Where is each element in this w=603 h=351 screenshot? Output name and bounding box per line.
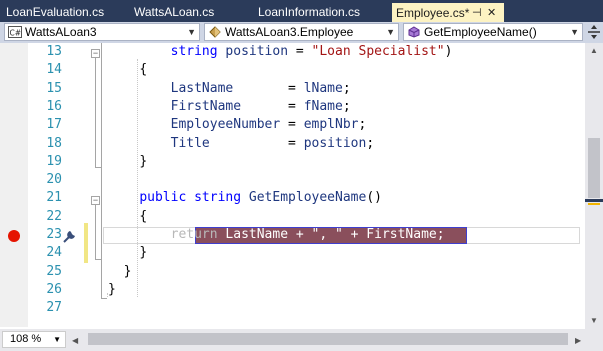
project-name: WattsALoan3 (25, 25, 97, 39)
code-line[interactable]: 20 (0, 171, 585, 189)
line-number: 20 (46, 172, 62, 188)
chevron-down-icon: ▼ (570, 27, 579, 37)
hscroll-thumb[interactable] (88, 333, 568, 345)
project-dropdown[interactable]: C# WattsALoan3 ▼ (4, 23, 200, 41)
line-number: 16 (46, 98, 62, 114)
vertical-scrollbar[interactable]: ▲ ▼ (585, 43, 603, 329)
line-number: 15 (46, 80, 62, 96)
tab-wattsaloan[interactable]: WattsALoan.cs (134, 3, 214, 22)
code-line[interactable]: 21 public string GetEmployeeName() (0, 189, 585, 207)
code-line[interactable]: 14 { (0, 61, 585, 79)
tab-employee[interactable]: Employee.cs* ⊣ ✕ (392, 3, 504, 22)
class-dropdown[interactable]: WattsALoan3.Employee ▼ (204, 23, 399, 41)
document-tab-strip: LoanEvaluation.cs WattsALoan.cs LoanInfo… (0, 0, 603, 22)
code-text: } (123, 263, 132, 279)
pin-icon[interactable]: ⊣ (472, 4, 482, 23)
scroll-change-marker (588, 203, 600, 205)
tab-loanevaluation[interactable]: LoanEvaluation.cs (6, 3, 104, 22)
scroll-left-icon[interactable]: ◀ (72, 336, 78, 345)
csharp-project-icon: C# (8, 26, 22, 38)
code-line[interactable]: 26} (0, 281, 585, 299)
member-dropdown[interactable]: GetEmployeeName() ▼ (403, 23, 583, 41)
tab-employee-label: Employee.cs* (396, 6, 470, 20)
line-number: 23 (46, 227, 62, 242)
line-number: 17 (46, 117, 62, 133)
scroll-right-icon[interactable]: ▶ (575, 336, 581, 345)
zoom-dropdown[interactable]: 108 % ▼ (2, 331, 66, 348)
line-number: 27 (46, 300, 62, 316)
code-text: FirstName = fName; (170, 98, 351, 114)
split-handle-icon[interactable] (587, 25, 601, 39)
line-number: 26 (46, 281, 62, 297)
line-number: 22 (46, 208, 62, 224)
code-line[interactable]: 24 } (0, 244, 585, 262)
code-text: } (139, 153, 148, 169)
code-line[interactable]: 25 } (0, 263, 585, 281)
scroll-thumb[interactable] (588, 138, 600, 198)
code-text: EmployeeNumber = emplNbr; (170, 117, 367, 133)
code-line[interactable]: 19 } (0, 153, 585, 171)
member-name: GetEmployeeName() (424, 25, 537, 39)
tab-loaninformation[interactable]: LoanInformation.cs (258, 3, 360, 22)
class-name: WattsALoan3.Employee (225, 25, 354, 39)
scroll-position-marker (585, 199, 603, 202)
line-number: 14 (46, 62, 62, 78)
close-icon[interactable]: ✕ (487, 4, 496, 23)
code-line[interactable]: 23 return LastName + ", " + FirstName; (0, 226, 585, 244)
code-line[interactable]: 27 (0, 299, 585, 317)
code-line[interactable]: 16 FirstName = fName; (0, 98, 585, 116)
code-line[interactable]: 18 Title = position; (0, 135, 585, 153)
code-text: } (108, 281, 116, 297)
code-line[interactable]: 15 LastName = lName; (0, 80, 585, 98)
line-number: 19 (46, 153, 62, 169)
method-icon (408, 26, 420, 38)
code-text: Title = position; (170, 135, 375, 151)
chevron-down-icon: ▼ (53, 335, 61, 344)
horizontal-scrollbar[interactable]: ◀ ▶ (0, 329, 603, 351)
code-text: return LastName + ", " + FirstName; (170, 227, 445, 242)
code-text: { (139, 208, 148, 224)
scroll-down-icon[interactable]: ▼ (590, 316, 598, 325)
code-text: string position = "Loan Specialist") (170, 44, 453, 59)
svg-text:C#: C# (10, 29, 22, 38)
code-text: { (139, 62, 148, 78)
code-line[interactable]: 22 { (0, 208, 585, 226)
line-number: 18 (46, 135, 62, 151)
zoom-level: 108 % (10, 333, 42, 345)
code-text: } (139, 245, 148, 261)
navigation-bar: C# WattsALoan3 ▼ WattsALoan3.Employee ▼ … (0, 22, 603, 43)
line-number: 13 (46, 44, 62, 59)
class-icon (209, 26, 221, 38)
chevron-down-icon: ▼ (187, 27, 196, 37)
line-number: 25 (46, 263, 62, 279)
code-line[interactable]: 13 string position = "Loan Specialist") (0, 43, 585, 61)
line-number: 21 (46, 190, 62, 206)
code-line[interactable]: 17 EmployeeNumber = emplNbr; (0, 116, 585, 134)
chevron-down-icon: ▼ (386, 27, 395, 37)
code-text: LastName = lName; (170, 80, 351, 96)
code-text: public string GetEmployeeName() (139, 190, 382, 206)
code-editor[interactable]: − − 13 string position = "Loan Specialis… (0, 43, 585, 327)
scroll-up-icon[interactable]: ▲ (590, 46, 598, 55)
line-number: 24 (46, 245, 62, 261)
